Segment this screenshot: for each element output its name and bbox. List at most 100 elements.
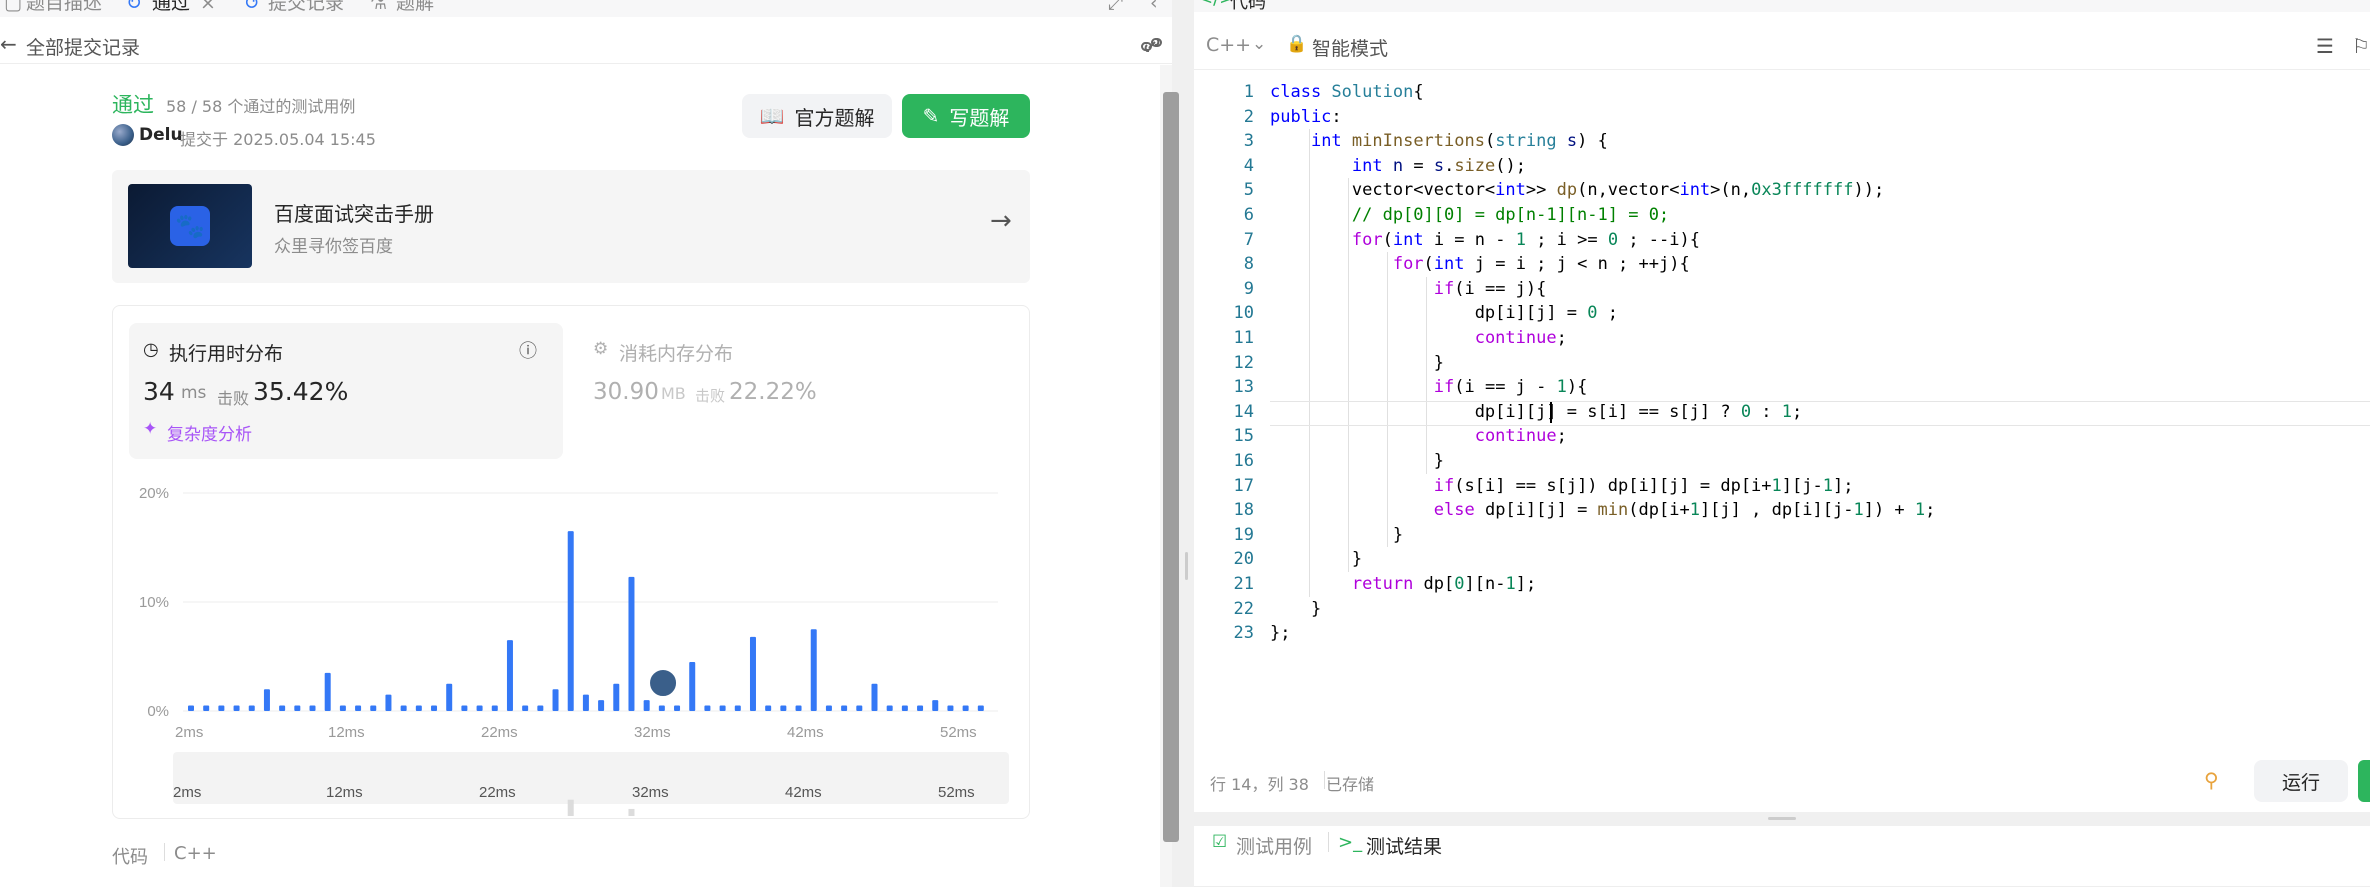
code-line[interactable]: }: [1270, 449, 1444, 474]
runtime-value: 34: [143, 377, 175, 406]
code-token: int: [1433, 254, 1475, 275]
memory-panel[interactable]: ⚙ 消耗内存分布 30.90 MB 击败 22.22%: [579, 323, 1013, 459]
official-solution-button[interactable]: 📖 官方题解: [742, 94, 892, 138]
code-line[interactable]: }: [1270, 597, 1321, 622]
write-solution-button[interactable]: ✎ 写题解: [902, 94, 1030, 138]
terminal-icon: >_: [1338, 832, 1363, 853]
code-section-label: 代码: [112, 847, 148, 868]
code-token: s: [1566, 131, 1578, 152]
chart-bar: [795, 705, 802, 711]
code-line[interactable]: if(s[i] == s[j]) dp[i][j] = dp[i+1][j-1]…: [1270, 474, 1854, 499]
code-token: ) {: [1577, 131, 1608, 152]
chart-bar: [901, 705, 908, 711]
smart-mode[interactable]: 智能模式: [1312, 34, 1388, 61]
saved-status: 已存储: [1326, 775, 1375, 794]
runtime-chart[interactable]: 20% 10% 0% 2ms 2ms 12ms 12ms 22ms 22ms 32ms 32ms 42…: [113, 466, 1029, 816]
panel-divider[interactable]: [1180, 0, 1194, 887]
line-number: 5: [1243, 180, 1254, 201]
code-token: minInsertions: [1351, 131, 1485, 152]
code-line[interactable]: continue;: [1270, 424, 1567, 449]
code-token: ]) +: [1863, 500, 1915, 521]
code-token: 1: [1822, 475, 1833, 496]
chart-bar: [491, 705, 498, 711]
code-token: continue: [1474, 426, 1557, 447]
scrollbar-thumb[interactable]: [1163, 92, 1179, 842]
current-line-highlight: [1270, 401, 2370, 426]
format-icon[interactable]: ☰: [2316, 34, 2334, 58]
avatar[interactable]: [112, 124, 134, 146]
code-line[interactable]: if(i == j){: [1270, 277, 1547, 302]
stats-card: ◷ 执行用时分布 ⓘ 34 ms 击败 35.42% ✦ 复杂度分析 ⚙ 消耗内…: [112, 305, 1030, 819]
close-icon[interactable]: ×: [200, 0, 216, 16]
chart-bar: [643, 700, 650, 711]
chart-bar: [582, 694, 589, 711]
code-token: >(n,: [1710, 180, 1752, 201]
status-accepted: 通过: [112, 93, 154, 117]
code-line[interactable]: }: [1270, 351, 1444, 376]
code-token: return: [1351, 574, 1424, 594]
line-number: 14: [1233, 401, 1254, 422]
code-token: }: [1270, 352, 1444, 373]
code-line[interactable]: continue;: [1270, 326, 1567, 351]
username[interactable]: Delu: [139, 125, 183, 145]
code-line[interactable]: else dp[i][j] = min(dp[i+1][j] , dp[i][j…: [1270, 498, 1936, 523]
debug-icon[interactable]: ⚲: [2204, 768, 2219, 792]
code-token: 1: [1515, 229, 1526, 250]
link-icon[interactable]: [1140, 36, 1164, 54]
chart-bar: [233, 705, 240, 711]
tab-accepted[interactable]: 通过: [152, 0, 190, 16]
minimap-tick-label: 12ms: [326, 784, 363, 801]
info-icon[interactable]: ⓘ: [519, 337, 537, 363]
chevron-down-icon[interactable]: ⌄: [1252, 34, 1266, 54]
separator: [1328, 832, 1329, 852]
code-token: Solution: [1331, 82, 1414, 102]
code-line[interactable]: };: [1270, 621, 1290, 646]
run-button[interactable]: 运行: [2254, 760, 2348, 802]
editor-title-bar: </> 代码: [1194, 0, 2370, 12]
paw-icon: 🐾: [170, 206, 210, 246]
y-tick-label: 0%: [147, 703, 169, 720]
code-line[interactable]: if(i == j - 1){: [1270, 375, 1588, 400]
code-line[interactable]: for(int j = i ; j < n ; ++j){: [1270, 252, 1690, 277]
code-line[interactable]: int minInsertions(string s) {: [1270, 129, 1608, 154]
code-line[interactable]: class Solution{: [1270, 80, 1424, 105]
code-token: dp[i][j] =: [1484, 500, 1598, 521]
promo-banner[interactable]: 🐾 百度面试突击手册 众里寻你签百度 →: [112, 170, 1030, 283]
tab-testcase[interactable]: 测试用例: [1236, 832, 1312, 859]
runtime-panel[interactable]: ◷ 执行用时分布 ⓘ 34 ms 击败 35.42% ✦ 复杂度分析: [129, 323, 563, 459]
bookmark-icon[interactable]: ⚐: [2352, 34, 2370, 58]
line-number: 3: [1243, 131, 1254, 152]
bottom-tabs: ☑ 测试用例 >_ 测试结果: [1194, 826, 2370, 887]
chart-bar: [841, 705, 848, 711]
submit-button[interactable]: [2358, 760, 2370, 802]
code-line[interactable]: public:: [1270, 105, 1342, 130]
back-arrow-icon[interactable]: ←: [0, 32, 17, 56]
code-line[interactable]: dp[i][j] = 0 ;: [1270, 301, 1618, 326]
code-line[interactable]: // dp[0][0] = dp[n-1][n-1] = 0;: [1270, 203, 1669, 228]
language-select[interactable]: C++: [1206, 34, 1251, 56]
collapse-icon[interactable]: ‹: [1150, 0, 1158, 16]
code-token: (dp[i+: [1628, 500, 1690, 521]
complexity-link[interactable]: 复杂度分析: [167, 420, 252, 445]
tab-description[interactable]: 题目描述: [26, 0, 102, 16]
code-line[interactable]: vector<vector<int>> dp(n,vector<int>(n,0…: [1270, 178, 1884, 203]
code-token: public: [1270, 106, 1332, 127]
code-line[interactable]: for(int i = n - 1 ; i >= 0 ; --i){: [1270, 228, 1700, 253]
code-token: vector<vector<: [1270, 180, 1496, 201]
runtime-beat-label: 击败: [217, 389, 250, 408]
tab-result[interactable]: 测试结果: [1366, 832, 1442, 859]
code-token: dp[i][j] =: [1270, 303, 1588, 324]
memory-unit: MB: [661, 384, 686, 403]
tab-submissions[interactable]: 提交记录: [268, 0, 344, 16]
line-number: 4: [1243, 155, 1254, 176]
code-line[interactable]: }: [1270, 523, 1403, 548]
tab-solutions[interactable]: 题解: [396, 0, 434, 16]
editor-title: 代码: [1230, 0, 1266, 12]
vertical-divider[interactable]: [1194, 812, 2370, 826]
all-submissions-link[interactable]: 全部提交记录: [26, 33, 140, 60]
expand-icon[interactable]: ⤢: [1108, 0, 1123, 16]
code-token: 1: [1505, 574, 1516, 594]
